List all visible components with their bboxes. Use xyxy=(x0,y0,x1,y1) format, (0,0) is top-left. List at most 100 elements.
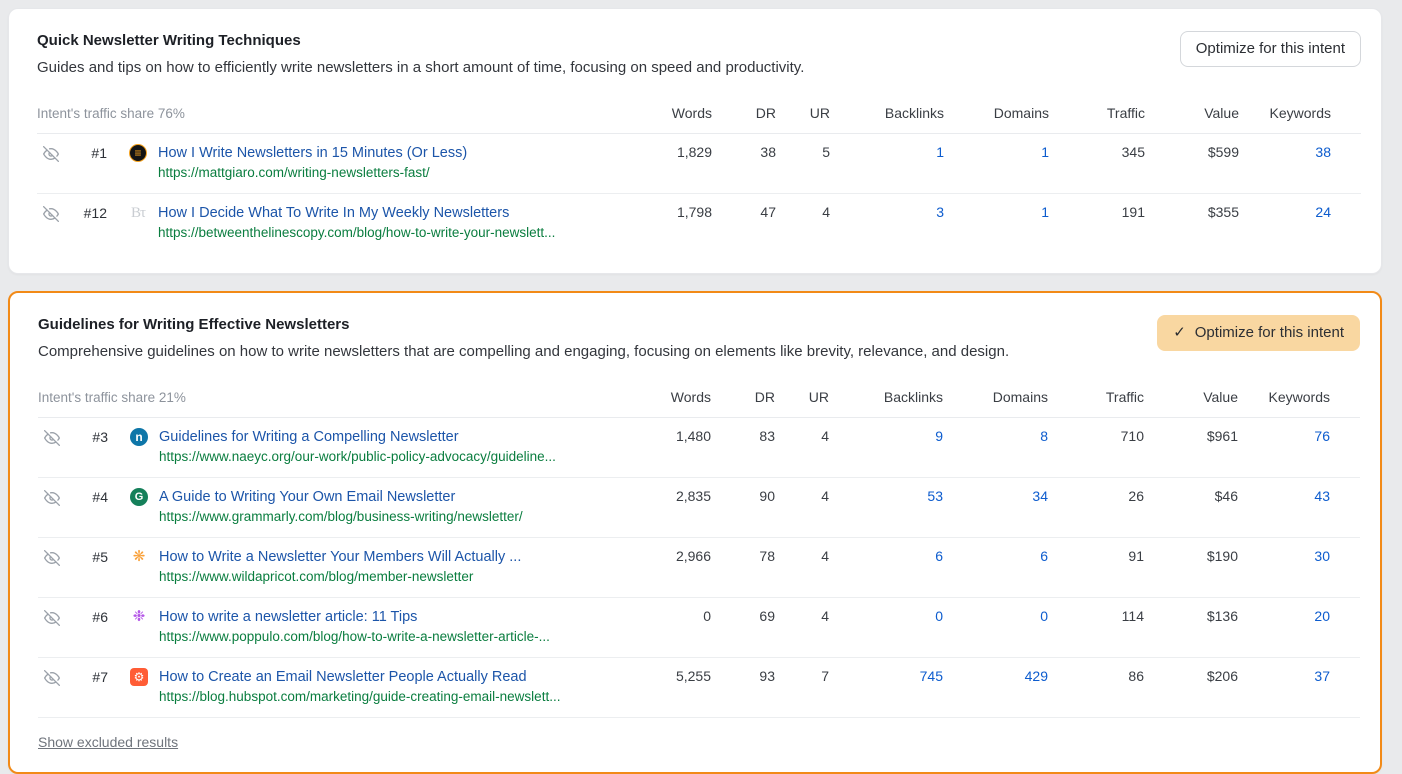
hide-result-icon[interactable] xyxy=(44,490,60,506)
result-url-link[interactable]: https://www.poppulo.com/blog/how-to-writ… xyxy=(159,627,550,647)
backlinks-link[interactable]: 745 xyxy=(829,658,943,684)
column-header-domains: Domains xyxy=(943,389,1048,405)
ur-value: 4 xyxy=(775,418,829,444)
grammarly-favicon-icon xyxy=(130,488,148,506)
table-header-row: Intent's traffic share 76% Words DR UR B… xyxy=(37,105,1361,134)
words-value: 2,966 xyxy=(639,538,711,564)
result-url-link[interactable]: https://blog.hubspot.com/marketing/guide… xyxy=(159,687,560,707)
rank-label: #7 xyxy=(60,667,108,685)
show-excluded-results-link[interactable]: Show excluded results xyxy=(38,734,178,750)
words-value: 5,255 xyxy=(639,658,711,684)
hide-result-icon[interactable] xyxy=(43,146,59,162)
result-title-link[interactable]: How to write a newsletter article: 11 Ti… xyxy=(159,607,550,627)
optimize-intent-button[interactable]: Optimize for this intent xyxy=(1180,31,1361,67)
optimize-intent-button-selected[interactable]: ✓ Optimize for this intent xyxy=(1157,315,1360,351)
result-text: A Guide to Writing Your Own Email Newsle… xyxy=(159,487,523,527)
result-cell: #6 How to write a newsletter article: 11… xyxy=(38,598,639,657)
domains-link[interactable]: 6 xyxy=(943,538,1048,564)
result-title-link[interactable]: How I Write Newsletters in 15 Minutes (O… xyxy=(158,143,467,163)
words-value: 1,480 xyxy=(639,418,711,444)
backlinks-link[interactable]: 0 xyxy=(829,598,943,624)
backlinks-link[interactable]: 1 xyxy=(830,134,944,160)
column-header-words: Words xyxy=(639,389,711,405)
domains-link[interactable]: 1 xyxy=(944,134,1049,160)
hubspot-favicon-icon xyxy=(130,668,148,686)
words-value: 1,798 xyxy=(640,194,712,220)
column-header-keywords: Keywords xyxy=(1238,389,1330,405)
result-title-link[interactable]: Guidelines for Writing a Compelling News… xyxy=(159,427,556,447)
result-url-link[interactable]: https://www.naeyc.org/our-work/public-po… xyxy=(159,447,556,467)
traffic-value: 114 xyxy=(1048,598,1144,624)
hide-result-icon[interactable] xyxy=(44,610,60,626)
keywords-link[interactable]: 30 xyxy=(1238,538,1330,564)
hide-result-icon[interactable] xyxy=(44,670,60,686)
column-header-keywords: Keywords xyxy=(1239,105,1331,121)
result-cell: #5 How to Write a Newsletter Your Member… xyxy=(38,538,639,597)
column-header-value: Value xyxy=(1145,105,1239,121)
ur-value: 5 xyxy=(776,134,830,160)
column-header-traffic: Traffic xyxy=(1049,105,1145,121)
optimize-button-label: Optimize for this intent xyxy=(1195,323,1344,343)
backlinks-link[interactable]: 53 xyxy=(829,478,943,504)
result-cell: #3 Guidelines for Writing a Compelling N… xyxy=(38,418,639,477)
domains-link[interactable]: 8 xyxy=(943,418,1048,444)
result-text: How to write a newsletter article: 11 Ti… xyxy=(159,607,550,647)
rank-label: #5 xyxy=(60,547,108,565)
dr-value: 93 xyxy=(711,658,775,684)
domains-link[interactable]: 34 xyxy=(943,478,1048,504)
result-text: Guidelines for Writing a Compelling News… xyxy=(159,427,556,467)
column-header-ur: UR xyxy=(775,389,829,405)
hide-result-icon[interactable] xyxy=(44,550,60,566)
value-value: $599 xyxy=(1145,134,1239,160)
traffic-value: 91 xyxy=(1048,538,1144,564)
table-row: #1 How I Write Newsletters in 15 Minutes… xyxy=(37,134,1361,193)
result-url-link[interactable]: https://www.grammarly.com/blog/business-… xyxy=(159,507,523,527)
table-row: #3 Guidelines for Writing a Compelling N… xyxy=(38,418,1360,477)
result-title-link[interactable]: How to Create an Email Newsletter People… xyxy=(159,667,560,687)
result-url-link[interactable]: https://betweenthelinescopy.com/blog/how… xyxy=(158,223,555,243)
keywords-link[interactable]: 20 xyxy=(1238,598,1330,624)
backlinks-link[interactable]: 3 xyxy=(830,194,944,220)
words-value: 0 xyxy=(639,598,711,624)
table-header-row: Intent's traffic share 21% Words DR UR B… xyxy=(38,389,1360,418)
column-header-words: Words xyxy=(640,105,712,121)
ur-value: 4 xyxy=(775,598,829,624)
card-header: Guidelines for Writing Effective Newslet… xyxy=(38,315,1360,363)
result-text: How I Decide What To Write In My Weekly … xyxy=(158,203,555,243)
backlinks-link[interactable]: 6 xyxy=(829,538,943,564)
card-header-text: Guidelines for Writing Effective Newslet… xyxy=(38,315,1157,363)
keywords-link[interactable]: 43 xyxy=(1238,478,1330,504)
result-text: How to Create an Email Newsletter People… xyxy=(159,667,560,707)
result-title-link[interactable]: How to Write a Newsletter Your Members W… xyxy=(159,547,521,567)
keywords-link[interactable]: 76 xyxy=(1238,418,1330,444)
domains-link[interactable]: 1 xyxy=(944,194,1049,220)
traffic-value: 191 xyxy=(1049,194,1145,220)
result-title-link[interactable]: A Guide to Writing Your Own Email Newsle… xyxy=(159,487,523,507)
intent-title: Quick Newsletter Writing Techniques xyxy=(37,31,1156,51)
column-header-domains: Domains xyxy=(944,105,1049,121)
table-row: #5 How to Write a Newsletter Your Member… xyxy=(38,537,1360,597)
column-header-value: Value xyxy=(1144,389,1238,405)
rank-label: #6 xyxy=(60,607,108,625)
keywords-link[interactable]: 24 xyxy=(1239,194,1331,220)
words-value: 1,829 xyxy=(640,134,712,160)
intent-description: Guides and tips on how to efficiently wr… xyxy=(37,57,1156,79)
table-row: #7 How to Create an Email Newsletter Peo… xyxy=(38,657,1360,717)
domains-link[interactable]: 0 xyxy=(943,598,1048,624)
dr-value: 83 xyxy=(711,418,775,444)
hide-result-icon[interactable] xyxy=(44,430,60,446)
intent-description: Comprehensive guidelines on how to write… xyxy=(38,341,1133,363)
mattgiaro-favicon-icon xyxy=(129,144,147,162)
table-row: #12 How I Decide What To Write In My Wee… xyxy=(37,193,1361,253)
keywords-link[interactable]: 38 xyxy=(1239,134,1331,160)
result-url-link[interactable]: https://www.wildapricot.com/blog/member-… xyxy=(159,567,521,587)
backlinks-link[interactable]: 9 xyxy=(829,418,943,444)
result-title-link[interactable]: How I Decide What To Write In My Weekly … xyxy=(158,203,555,223)
hide-result-icon[interactable] xyxy=(43,206,59,222)
result-url-link[interactable]: https://mattgiaro.com/writing-newsletter… xyxy=(158,163,467,183)
column-header-backlinks: Backlinks xyxy=(830,105,944,121)
check-icon: ✓ xyxy=(1173,323,1186,343)
domains-link[interactable]: 429 xyxy=(943,658,1048,684)
keywords-link[interactable]: 37 xyxy=(1238,658,1330,684)
rank-label: #3 xyxy=(60,427,108,445)
